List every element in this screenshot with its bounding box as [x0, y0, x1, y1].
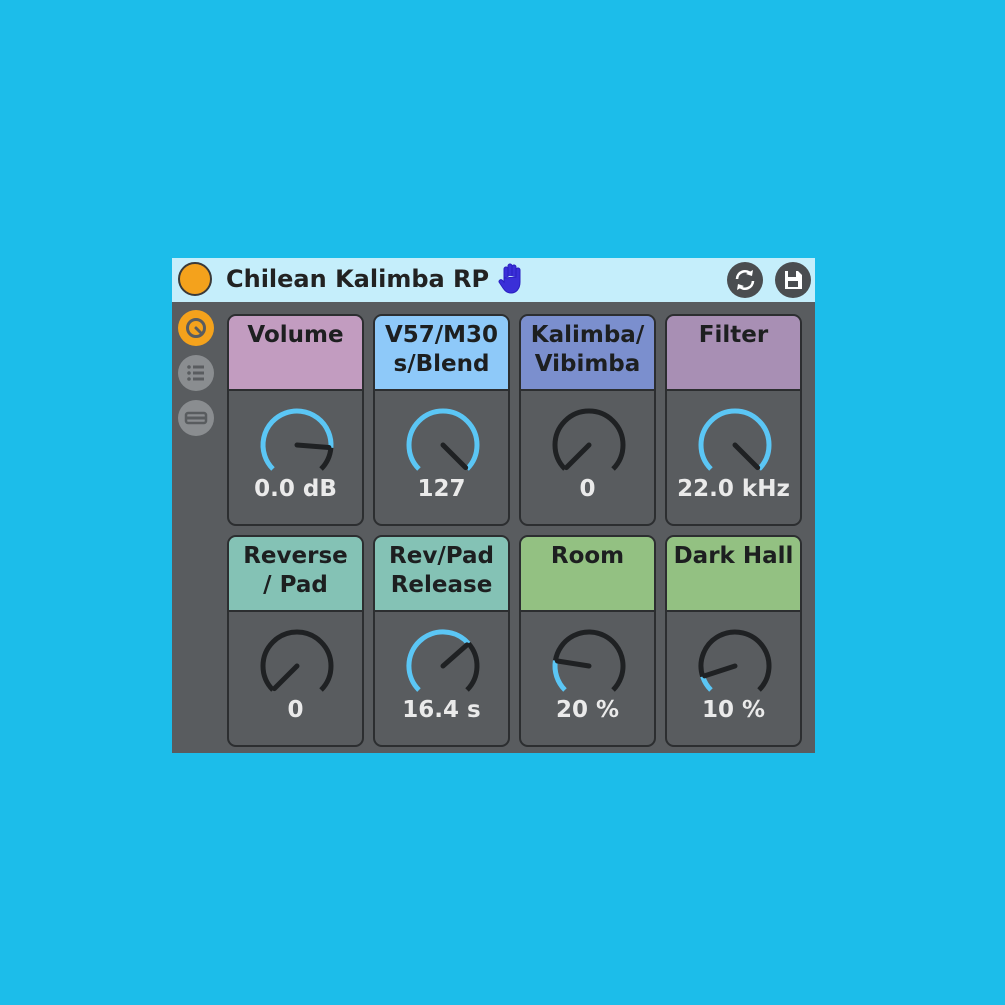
- knob-value-arc: [698, 408, 772, 471]
- knob-value-arc: [406, 629, 471, 692]
- knob-value-arc: [260, 408, 334, 471]
- knob-pointer: [440, 642, 470, 669]
- knob-track: [465, 641, 480, 692]
- device-title: Chilean Kalimba RP: [226, 265, 490, 293]
- macro-value: 0: [287, 697, 304, 723]
- macro-v57-m30-blend[interactable]: V57/M30 s/Blend 127: [373, 314, 510, 526]
- macro-label: Room: [521, 537, 654, 612]
- instrument-rack-device: Chilean Kalimba RP Volume 0.0 dB V57/M30…: [172, 258, 815, 753]
- knob-pointer: [563, 442, 592, 471]
- list-icon: [187, 365, 204, 381]
- knob-pointer: [702, 663, 738, 679]
- collapse-button[interactable]: [178, 400, 214, 436]
- knob-value-arc: [406, 408, 480, 471]
- macro-volume[interactable]: Volume 0.0 dB: [227, 314, 364, 526]
- knob-value-arc: [552, 660, 567, 692]
- knob-track: [698, 629, 772, 692]
- macro-label: Kalimba/ Vibimba: [521, 316, 654, 391]
- knob-pointer: [440, 442, 469, 471]
- refresh-icon: [735, 270, 755, 290]
- knob-pointer: [732, 442, 761, 471]
- macro-dial-icon: [186, 318, 206, 338]
- macro-value: 22.0 kHz: [677, 476, 790, 502]
- knob-pointer: [294, 442, 332, 451]
- macro-value: 16.4 s: [402, 697, 481, 723]
- knob-pointer: [554, 658, 592, 669]
- macro-label: Dark Hall: [667, 537, 800, 612]
- macro-label: Volume: [229, 316, 362, 391]
- macro-value: 0: [579, 476, 596, 502]
- save-icon: [785, 271, 802, 289]
- power-toggle-icon[interactable]: [178, 262, 212, 296]
- macro-label: Rev/Pad Release: [375, 537, 508, 612]
- macro-room[interactable]: Room 20 %: [519, 535, 656, 747]
- device-title-bar: Chilean Kalimba RP: [172, 258, 815, 302]
- macro-view-button[interactable]: [178, 310, 214, 346]
- refresh-button[interactable]: [727, 262, 763, 298]
- macro-value: 127: [417, 476, 466, 502]
- macro-kalimba-vibimba[interactable]: Kalimba/ Vibimba 0: [519, 314, 656, 526]
- macro-value: 20 %: [555, 697, 620, 723]
- save-button[interactable]: [775, 262, 811, 298]
- macro-label: Filter: [667, 316, 800, 391]
- collapse-icon: [184, 411, 208, 425]
- hand-icon: [498, 263, 521, 294]
- macro-value: 0.0 dB: [254, 476, 337, 502]
- macro-dark-hall[interactable]: Dark Hall 10 %: [665, 535, 802, 747]
- macro-value: 10 %: [701, 697, 766, 723]
- knob-value-arc: [700, 675, 713, 692]
- knob-track: [552, 408, 626, 471]
- chain-list-button[interactable]: [178, 355, 214, 391]
- knob-track: [260, 629, 334, 692]
- macro-label: V57/M30 s/Blend: [375, 316, 508, 391]
- knob-pointer: [271, 663, 300, 692]
- knob-track: [319, 447, 334, 471]
- macro-filter[interactable]: Filter 22.0 kHz: [665, 314, 802, 526]
- macro-label: Reverse / Pad: [229, 537, 362, 612]
- macro-rev-pad-release[interactable]: Rev/Pad Release 16.4 s: [373, 535, 510, 747]
- macro-reverse-pad[interactable]: Reverse / Pad 0: [227, 535, 364, 747]
